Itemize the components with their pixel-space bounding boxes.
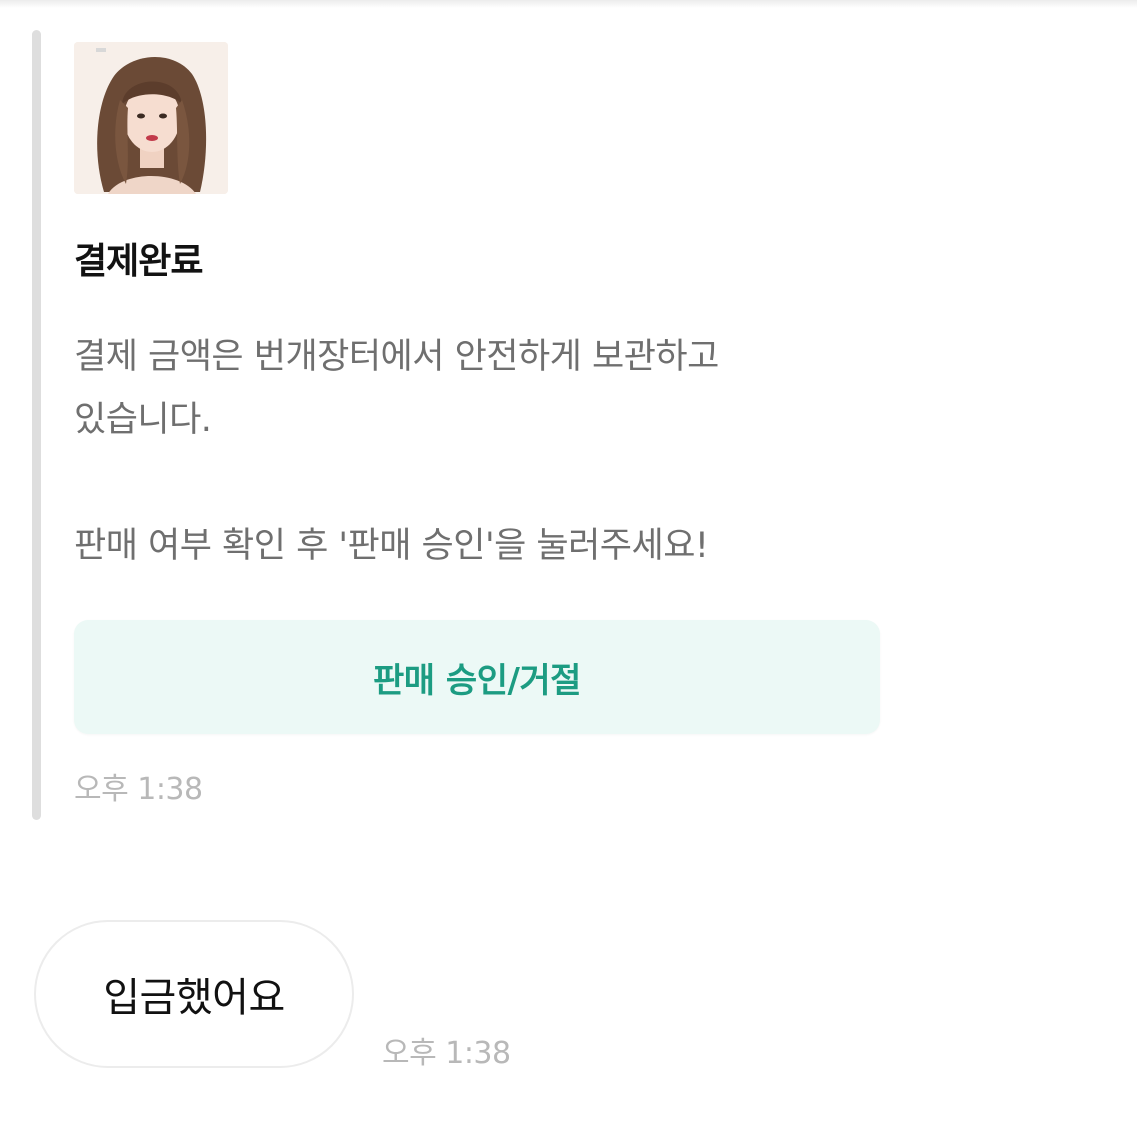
chat-bubble[interactable]: 입금했어요 bbox=[34, 920, 354, 1068]
card-body: 결제 금액은 번개장터에서 안전하게 보관하고 있습니다. 판매 여부 확인 후… bbox=[74, 326, 894, 578]
product-photo-icon bbox=[74, 42, 228, 194]
card-body-line: 있습니다. bbox=[74, 400, 212, 440]
message-timestamp: 오후 1:38 bbox=[382, 1036, 511, 1071]
card-accent-bar bbox=[32, 30, 41, 820]
top-shadow bbox=[0, 0, 1137, 8]
approve-reject-button[interactable]: 판매 승인/거절 bbox=[74, 620, 880, 734]
card-body-line: 판매 여부 확인 후 '판매 승인'을 눌러주세요! bbox=[74, 526, 709, 566]
card-timestamp: 오후 1:38 bbox=[74, 772, 203, 807]
card-body-line: 결제 금액은 번개장터에서 안전하게 보관하고 bbox=[74, 337, 719, 377]
product-thumbnail[interactable] bbox=[74, 42, 228, 194]
chat-message-text: 입금했어요 bbox=[103, 975, 285, 1021]
card-title: 결제완료 bbox=[74, 241, 203, 282]
